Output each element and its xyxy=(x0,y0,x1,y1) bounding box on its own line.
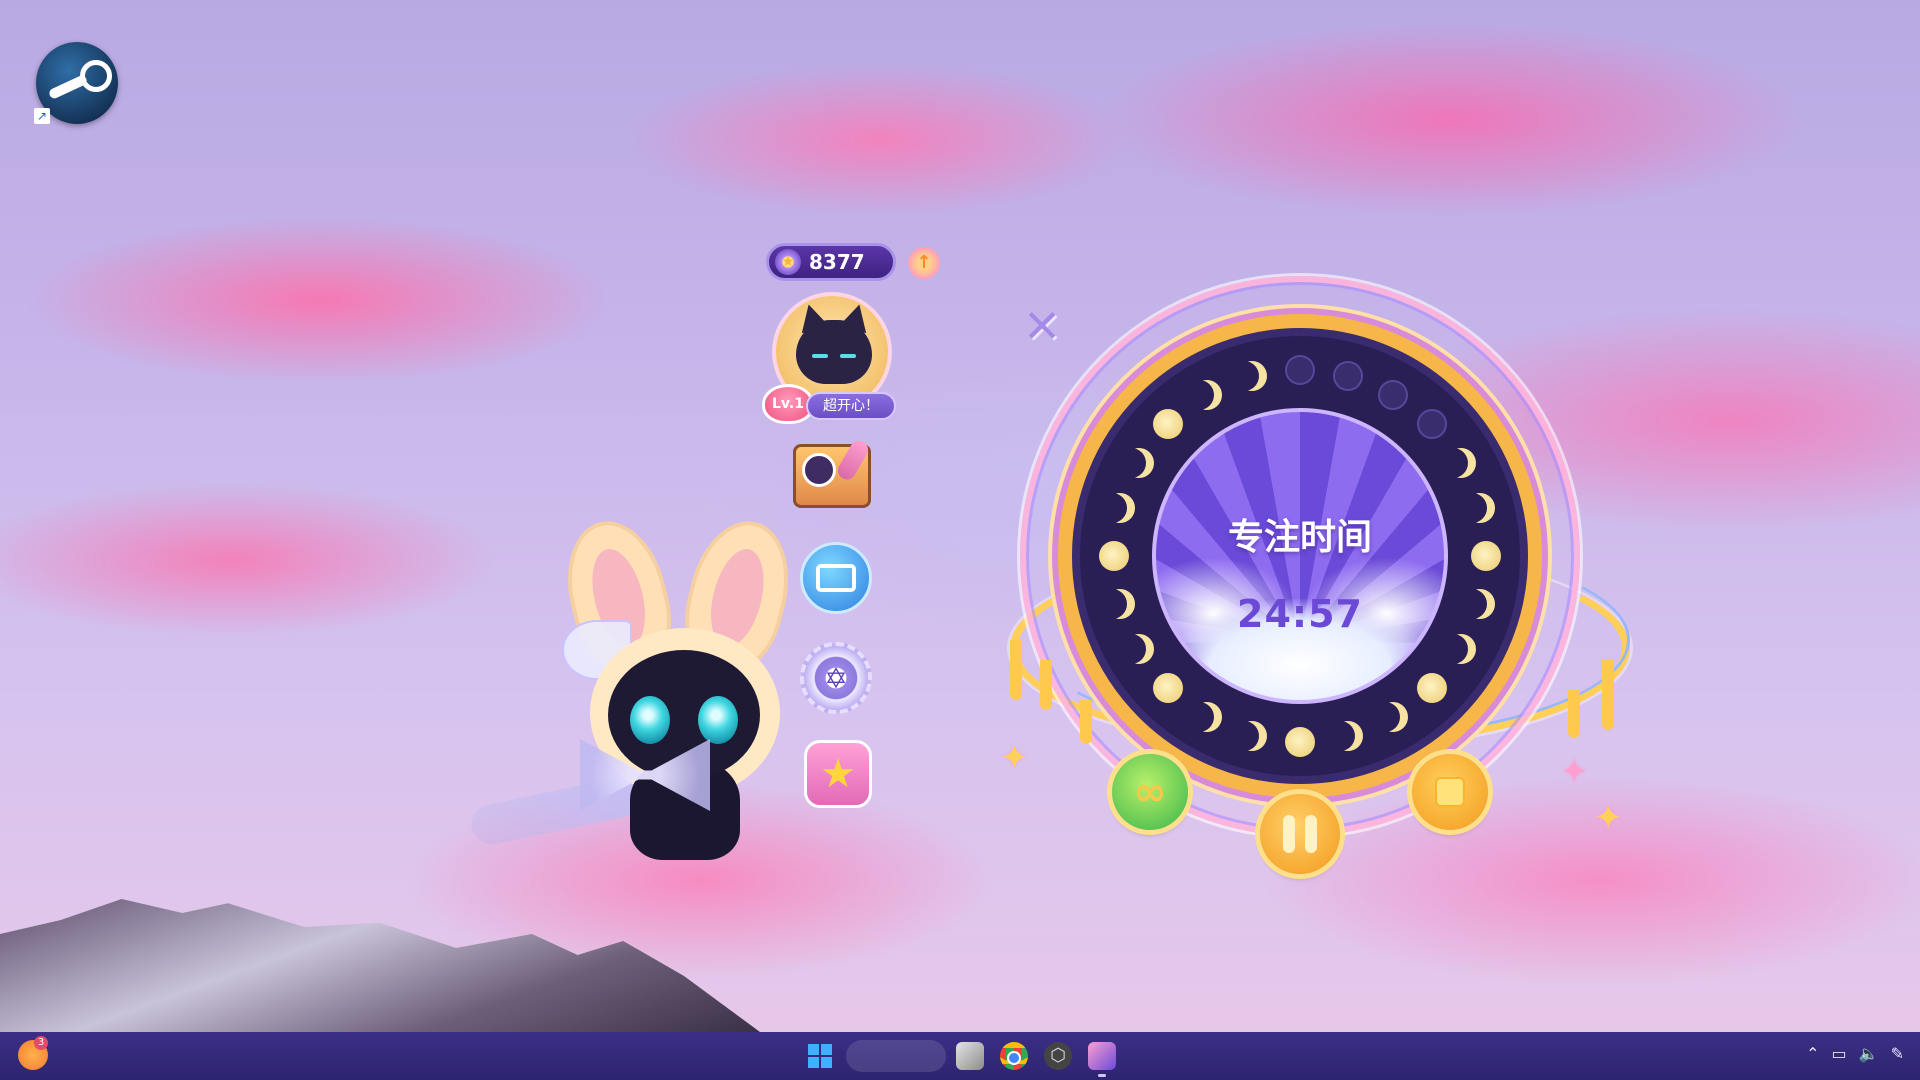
mood-label: 超开心！ xyxy=(806,392,896,420)
loop-button[interactable]: ∞ xyxy=(1112,754,1188,830)
gear-icon: ✡ xyxy=(800,642,872,714)
pet-app-icon[interactable] xyxy=(1088,1042,1116,1070)
screen-button[interactable] xyxy=(796,540,876,616)
moon-phase-icon xyxy=(1099,541,1129,571)
wallpaper-mountain xyxy=(0,899,760,1032)
moon-phase-icon xyxy=(1105,493,1135,523)
moon-phase-icon xyxy=(1378,702,1408,732)
moon-phase-icon xyxy=(1333,721,1363,751)
active-app-indicator xyxy=(1098,1074,1106,1077)
moon-phase-icon xyxy=(1153,672,1184,703)
network-icon[interactable]: ▭ xyxy=(1832,1044,1847,1063)
sparkle-icon: ✦ xyxy=(1000,738,1029,778)
moon-phase-icon xyxy=(1465,589,1495,619)
sparkle-icon: ✦ xyxy=(1594,798,1623,838)
close-icon[interactable]: ✕ xyxy=(1020,303,1064,349)
taskbar-search[interactable] xyxy=(846,1040,946,1072)
input-icon[interactable]: ✎ xyxy=(1891,1044,1904,1063)
honey-drip xyxy=(1568,690,1580,738)
moon-phase-icon xyxy=(1192,702,1222,732)
journal-button[interactable] xyxy=(792,438,872,514)
cat-avatar-icon xyxy=(796,320,872,384)
honey-drip xyxy=(1010,640,1022,700)
stop-button[interactable] xyxy=(1412,754,1488,830)
volume-icon[interactable]: 🔈 xyxy=(1859,1044,1879,1063)
timer-face: 专注时间 24:57 xyxy=(1152,408,1448,704)
moon-phase-icon xyxy=(1416,672,1447,703)
moon-phase-icon xyxy=(1471,541,1501,571)
unity-icon[interactable]: ⬡ xyxy=(1044,1042,1072,1070)
moon-phase-icon xyxy=(1446,634,1476,664)
moon-phase-icon xyxy=(1105,589,1135,619)
coin-icon: ★ xyxy=(775,249,801,275)
moon-phase-icon xyxy=(1237,361,1267,391)
pause-button[interactable] xyxy=(1260,794,1340,874)
taskbar: 3 ⬡ ⌃ ▭ 🔈 ✎ xyxy=(0,1032,1920,1080)
moon-phase-icon xyxy=(1124,634,1154,664)
timer-countdown: 24:57 xyxy=(1237,592,1363,636)
moon-phase-icon xyxy=(1124,448,1154,478)
desktop-pet[interactable] xyxy=(467,510,803,870)
avatar-eye-left xyxy=(812,354,828,358)
add-coins-button[interactable]: ↑ xyxy=(908,247,940,279)
chevron-up-icon[interactable]: ⌃ xyxy=(1806,1044,1819,1063)
pause-icon-bar xyxy=(1305,815,1317,853)
stop-icon xyxy=(1435,777,1465,807)
chrome-icon[interactable] xyxy=(1000,1042,1028,1070)
moon-phase-icon xyxy=(1237,721,1267,751)
task-view-icon[interactable] xyxy=(956,1042,984,1070)
settings-button[interactable]: ✡ xyxy=(796,640,876,716)
moon-phase-icon xyxy=(1153,409,1184,440)
moon-phase-icon xyxy=(1378,379,1408,410)
pause-icon-bar xyxy=(1283,815,1295,853)
shortcut-arrow-icon: ↗ xyxy=(34,108,50,124)
timer-title: 专注时间 xyxy=(1227,517,1372,558)
moon-phase-icon xyxy=(1416,409,1447,440)
star-icon: ★ xyxy=(804,740,872,808)
windows-start-icon[interactable] xyxy=(808,1044,832,1068)
avatar-eye-right xyxy=(840,354,856,358)
favorites-button[interactable]: ★ xyxy=(798,736,878,812)
pet-eye-right xyxy=(698,696,738,744)
screen-icon xyxy=(800,542,872,614)
loop-icon: ∞ xyxy=(1133,769,1167,815)
moon-phase-icon xyxy=(1192,380,1222,410)
sparkle-icon: ✦ xyxy=(1560,752,1589,792)
moon-phase-icon xyxy=(1285,727,1315,757)
pet-eye-left xyxy=(630,696,670,744)
notification-badge: 3 xyxy=(34,1036,48,1050)
moon-phase-icon xyxy=(1446,448,1476,478)
honey-drip xyxy=(1040,660,1052,710)
honey-drip xyxy=(1080,700,1092,744)
moon-phase-icon xyxy=(1285,355,1315,385)
coin-counter: ★ 8377 xyxy=(766,243,896,281)
system-tray: ⌃ ▭ 🔈 ✎ xyxy=(1806,1044,1904,1063)
moon-phase-icon xyxy=(1465,493,1495,523)
coin-value: 8377 xyxy=(809,250,865,274)
honey-drip xyxy=(1602,660,1614,730)
moon-phase-icon xyxy=(1333,361,1364,392)
journal-icon xyxy=(793,444,871,508)
